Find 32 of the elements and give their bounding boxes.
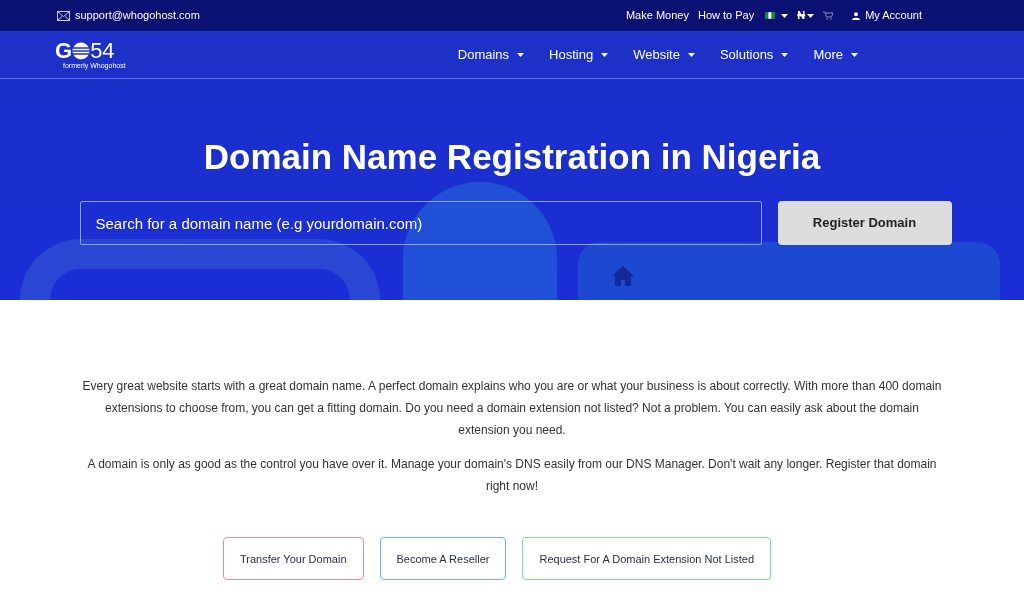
action-button[interactable]: Become A Reseller <box>379 537 507 580</box>
top-link[interactable]: How to Pay <box>697 7 755 24</box>
action-button[interactable]: Transfer Your Domain <box>222 537 364 580</box>
globe-icon <box>72 42 91 60</box>
language-dropdown[interactable] <box>765 12 789 19</box>
paragraph: A domain is only as good as the control you have over it. Manage your domain's DNS easily from our DNS Manager. Don't wait any longer. Register that domain right now! <box>86 456 938 495</box>
register-domain-button[interactable]: Register Domain <box>777 201 952 245</box>
support-email[interactable]: support@whogohost.com <box>75 7 200 24</box>
user-icon <box>852 11 861 20</box>
cart-icon[interactable] <box>823 11 834 20</box>
caret-icon <box>781 52 789 57</box>
currency-dropdown[interactable]: ₦ <box>797 7 815 24</box>
nav-menu-item[interactable]: Domains <box>457 44 525 65</box>
home-icon <box>612 266 634 286</box>
caret-icon <box>601 52 609 57</box>
nav-menu-item[interactable]: Hosting <box>549 44 609 65</box>
caret-icon <box>517 52 525 57</box>
paragraph: Every great website starts with a great domain name. A perfect domain explains who you are or what your business is about correctly. With more than 400 domain extensions to choose from, you can get a fitting domain. Do you need a domain extension not listed? Not a problem. You can easily ask about the domain extension you need. <box>82 378 942 439</box>
search-field[interactable]: Search for a domain name (e.g yourdomain.com) <box>79 201 762 245</box>
nav-menu-item[interactable]: More <box>813 44 858 65</box>
top-link[interactable]: Make Money <box>625 7 689 24</box>
caret-icon <box>807 13 815 18</box>
nigeria-flag-icon <box>765 12 776 19</box>
nav-menu-item[interactable]: Website <box>633 44 695 65</box>
my-account-link[interactable]: My Account <box>852 7 922 24</box>
page-title: Domain Name Registration in Nigeria <box>203 136 821 178</box>
action-button[interactable]: Request For A Domain Extension Not Listed <box>522 537 772 580</box>
caret-icon <box>851 52 858 57</box>
nav-menu-item[interactable]: Solutions <box>719 44 789 65</box>
caret-icon <box>781 13 789 18</box>
mail-icon <box>57 10 70 21</box>
caret-icon <box>687 52 695 57</box>
